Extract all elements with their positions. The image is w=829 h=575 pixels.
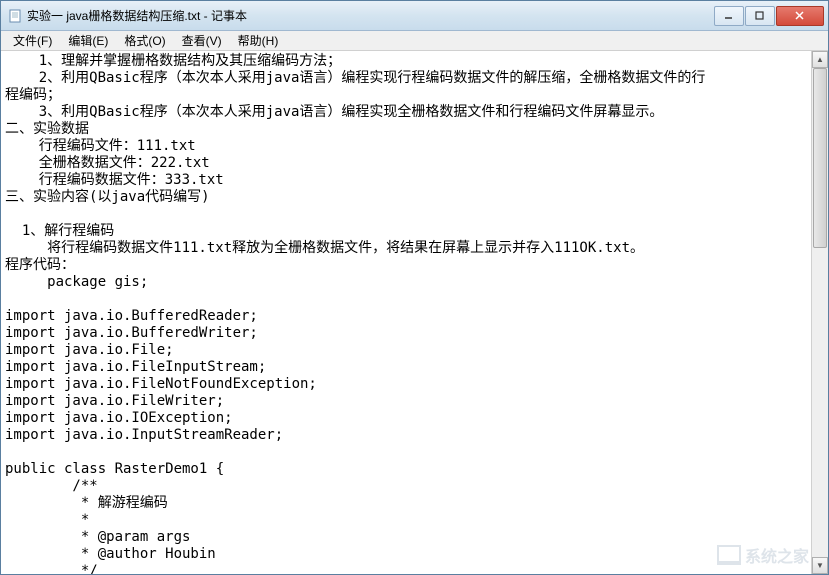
- titlebar[interactable]: 实验一 java栅格数据结构压缩.txt - 记事本: [1, 1, 828, 31]
- menu-view[interactable]: 查看(V): [174, 30, 230, 51]
- menu-help[interactable]: 帮助(H): [230, 30, 287, 51]
- maximize-button[interactable]: [745, 6, 775, 26]
- window-title: 实验一 java栅格数据结构压缩.txt - 记事本: [27, 7, 713, 24]
- scroll-up-button[interactable]: ▲: [812, 51, 828, 68]
- menu-format[interactable]: 格式(O): [116, 30, 173, 51]
- notepad-window: 实验一 java栅格数据结构压缩.txt - 记事本 文件(F) 编辑(E) 格…: [0, 0, 829, 575]
- notepad-icon: [7, 8, 23, 24]
- menu-file[interactable]: 文件(F): [5, 30, 60, 51]
- minimize-button[interactable]: [714, 6, 744, 26]
- scroll-down-button[interactable]: ▼: [812, 557, 828, 574]
- window-controls: [713, 6, 824, 26]
- close-button[interactable]: [776, 6, 824, 26]
- content-area: 1、理解并掌握栅格数据结构及其压缩编码方法； 2、利用QBasic程序（本次本人…: [1, 51, 828, 574]
- scroll-track[interactable]: [812, 68, 828, 557]
- text-editor[interactable]: 1、理解并掌握栅格数据结构及其压缩编码方法； 2、利用QBasic程序（本次本人…: [1, 51, 811, 574]
- scroll-thumb[interactable]: [813, 68, 827, 248]
- menu-edit[interactable]: 编辑(E): [60, 30, 116, 51]
- vertical-scrollbar[interactable]: ▲ ▼: [811, 51, 828, 574]
- menubar: 文件(F) 编辑(E) 格式(O) 查看(V) 帮助(H): [1, 31, 828, 51]
